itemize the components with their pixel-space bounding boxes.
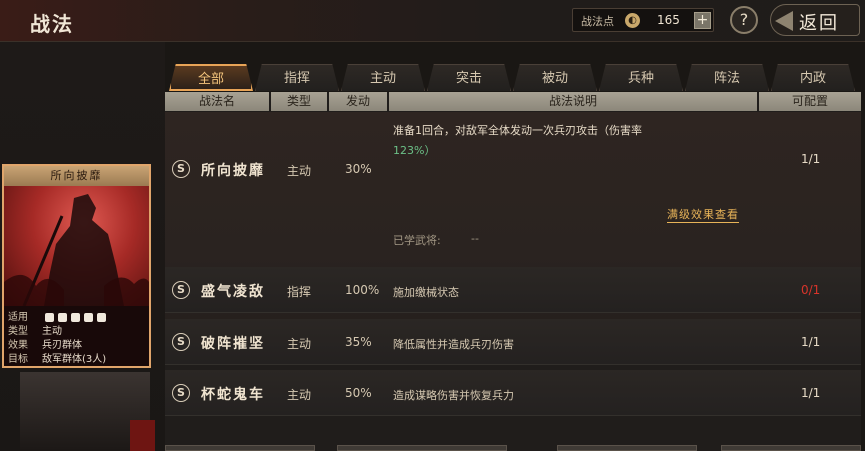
- s-rank-icon: S: [172, 384, 190, 402]
- spear-icon: [84, 312, 94, 322]
- bottom-button-bar: [165, 445, 861, 451]
- max-level-effect-link[interactable]: 满级效果查看: [667, 206, 739, 223]
- card-title: 所向披靡: [4, 166, 149, 186]
- bow-icon: [71, 312, 81, 322]
- tab-assault[interactable]: 突击: [427, 64, 511, 91]
- page-title: 战法: [30, 12, 74, 36]
- tab-command[interactable]: 指挥: [255, 64, 339, 91]
- col-header-type[interactable]: 类型: [271, 92, 329, 111]
- back-arrow-icon: [775, 11, 793, 31]
- skill-illustration: [4, 186, 149, 307]
- troops-label: 适用: [8, 312, 28, 323]
- learned-generals-value: --: [471, 232, 479, 245]
- learned-generals-label: 已学武将:: [393, 234, 441, 247]
- col-header-name[interactable]: 战法名: [165, 92, 271, 111]
- skill-description: 准备1回合，对敌军全体发动一次兵刃攻击（伤害率: [393, 124, 642, 137]
- skill-available: 1/1: [801, 335, 821, 349]
- col-header-rate[interactable]: 发动: [329, 92, 389, 111]
- help-button[interactable]: ?: [730, 6, 758, 34]
- skill-table: 战法名 类型 发动 战法说明 可配置 S 所向披靡 主动 30% 准备1回合，对…: [165, 92, 861, 451]
- skill-points-label: 战法点: [581, 15, 614, 28]
- skill-rate: 50%: [345, 386, 372, 400]
- card-target-row: 目标 敌军群体(3人): [8, 350, 106, 365]
- siege-icon: [97, 312, 107, 322]
- s-rank-icon: S: [172, 160, 190, 178]
- table-row[interactable]: S 破阵摧坚 主动 35% 降低属性并造成兵刃伤害 1/1: [165, 319, 861, 365]
- tab-active[interactable]: 主动: [341, 64, 425, 91]
- skill-rate: 35%: [345, 335, 372, 349]
- card-info: 适用 类型 主动 效果 兵刃群体 目标 敌军群体(3人): [4, 306, 149, 366]
- skill-category-tabs: 全部 指挥 主动 突击 被动 兵种 阵法 内政: [167, 64, 861, 91]
- skill-damage-rate: 123%）: [393, 144, 436, 157]
- skill-points-value: 165: [657, 13, 680, 27]
- tab-all[interactable]: 全部: [169, 64, 253, 91]
- skill-name: 所向披靡: [201, 163, 265, 179]
- col-header-desc: 战法说明: [389, 92, 759, 111]
- skill-points-box: 战法点 ◐ 165 +: [572, 8, 714, 32]
- tab-passive[interactable]: 被动: [513, 64, 597, 91]
- bottom-button[interactable]: [165, 445, 315, 451]
- skill-card[interactable]: 所向披靡 适用 类型 主动 效果 兵刃群体 目标 敌军群体(3人): [2, 164, 151, 368]
- skill-type: 主动: [287, 388, 312, 402]
- skill-name: 破阵摧坚: [201, 336, 265, 352]
- card-troops-row: 适用: [8, 308, 110, 323]
- table-row[interactable]: S 杯蛇鬼车 主动 50% 造成谋略伤害并恢复兵力 1/1: [165, 370, 861, 416]
- shield-icon: [58, 312, 68, 322]
- skill-description: 施加缴械状态: [393, 286, 459, 299]
- skill-name: 杯蛇鬼车: [201, 387, 265, 403]
- skill-available: 1/1: [801, 152, 821, 166]
- tab-troop[interactable]: 兵种: [599, 64, 683, 91]
- card-effect-row: 效果 兵刃群体: [8, 336, 82, 351]
- skill-type: 主动: [287, 164, 312, 178]
- coin-icon: ◐: [625, 13, 640, 28]
- skill-available: 1/1: [801, 386, 821, 400]
- table-row[interactable]: S 盛气凌敌 指挥 100% 施加缴械状态 0/1: [165, 267, 861, 313]
- back-button[interactable]: 返回: [770, 4, 860, 36]
- effect-label: 效果: [8, 340, 28, 351]
- next-card-accent: [130, 420, 155, 451]
- bottom-button[interactable]: [337, 445, 507, 451]
- skill-available: 0/1: [801, 283, 821, 297]
- skill-rate: 30%: [345, 162, 372, 176]
- s-rank-icon: S: [172, 333, 190, 351]
- table-row-selected[interactable]: S 所向披靡 主动 30% 准备1回合，对敌军全体发动一次兵刃攻击（伤害率 12…: [165, 112, 861, 349]
- tab-formation[interactable]: 阵法: [685, 64, 769, 91]
- col-header-available[interactable]: 可配置: [759, 92, 861, 111]
- type-label: 类型: [8, 326, 28, 337]
- bottom-button[interactable]: [557, 445, 697, 451]
- skill-name: 盛气凌敌: [201, 284, 265, 300]
- skill-rate: 100%: [345, 283, 380, 297]
- tab-internal[interactable]: 内政: [771, 64, 855, 91]
- warrior-silhouette: [4, 194, 149, 307]
- skill-description: 造成谋略伤害并恢复兵力: [393, 389, 514, 402]
- target-value: 敌军群体(3人): [42, 354, 107, 365]
- cavalry-icon: [45, 312, 55, 322]
- skill-type: 主动: [287, 337, 312, 351]
- top-bar: 战法 战法点 ◐ 165 + ? 返回: [0, 0, 865, 42]
- back-label: 返回: [799, 13, 839, 34]
- skill-description: 降低属性并造成兵刃伤害: [393, 338, 514, 351]
- card-type-row: 类型 主动: [8, 322, 62, 337]
- bottom-button[interactable]: [721, 445, 861, 451]
- target-label: 目标: [8, 354, 28, 365]
- s-rank-icon: S: [172, 281, 190, 299]
- add-points-button[interactable]: +: [694, 12, 711, 29]
- skill-type: 指挥: [287, 285, 312, 299]
